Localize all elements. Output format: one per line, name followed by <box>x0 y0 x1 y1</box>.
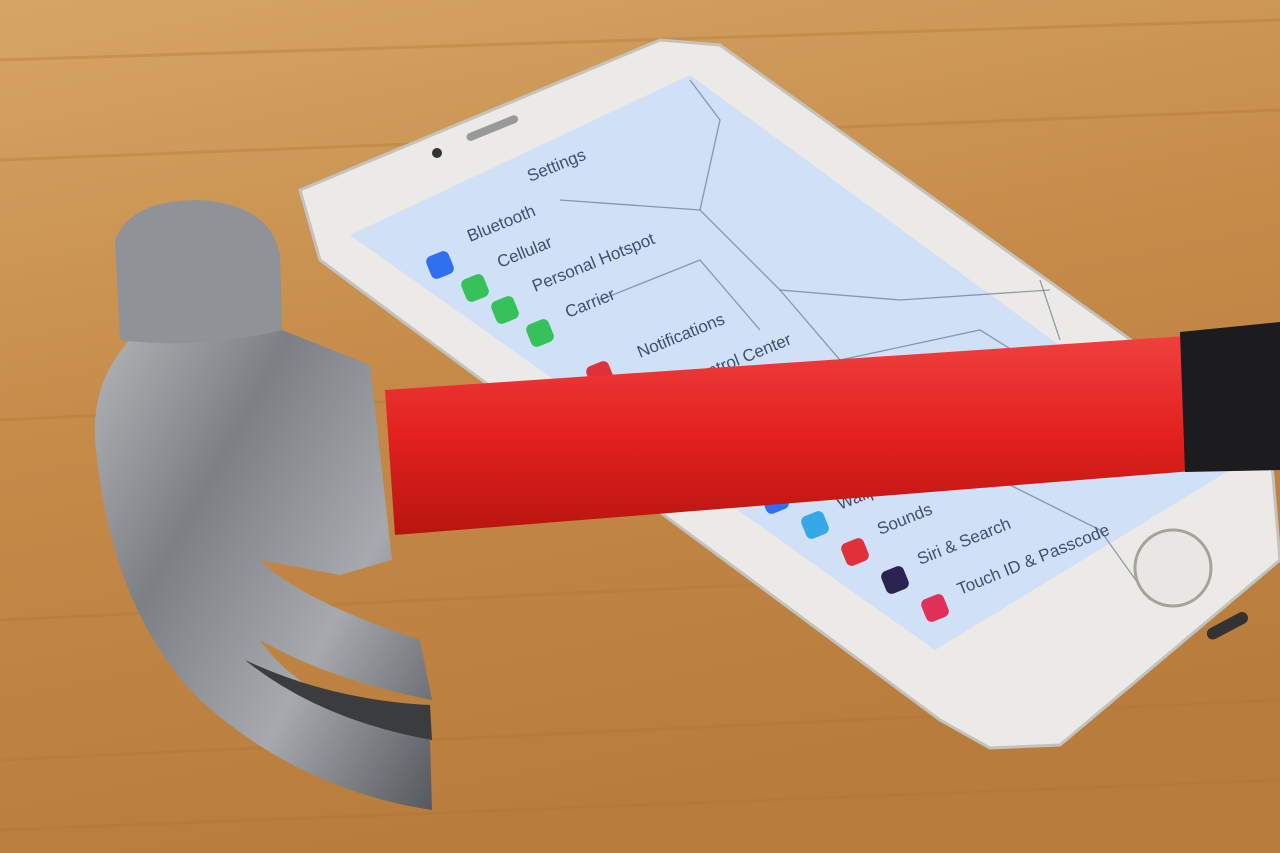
hammer-grip <box>1180 322 1280 472</box>
photo-scene: BluetoothCellularPersonal HotspotCarrier… <box>0 0 1280 853</box>
home-button[interactable] <box>1133 528 1213 608</box>
hammer-face <box>115 200 282 344</box>
front-camera <box>432 148 442 158</box>
